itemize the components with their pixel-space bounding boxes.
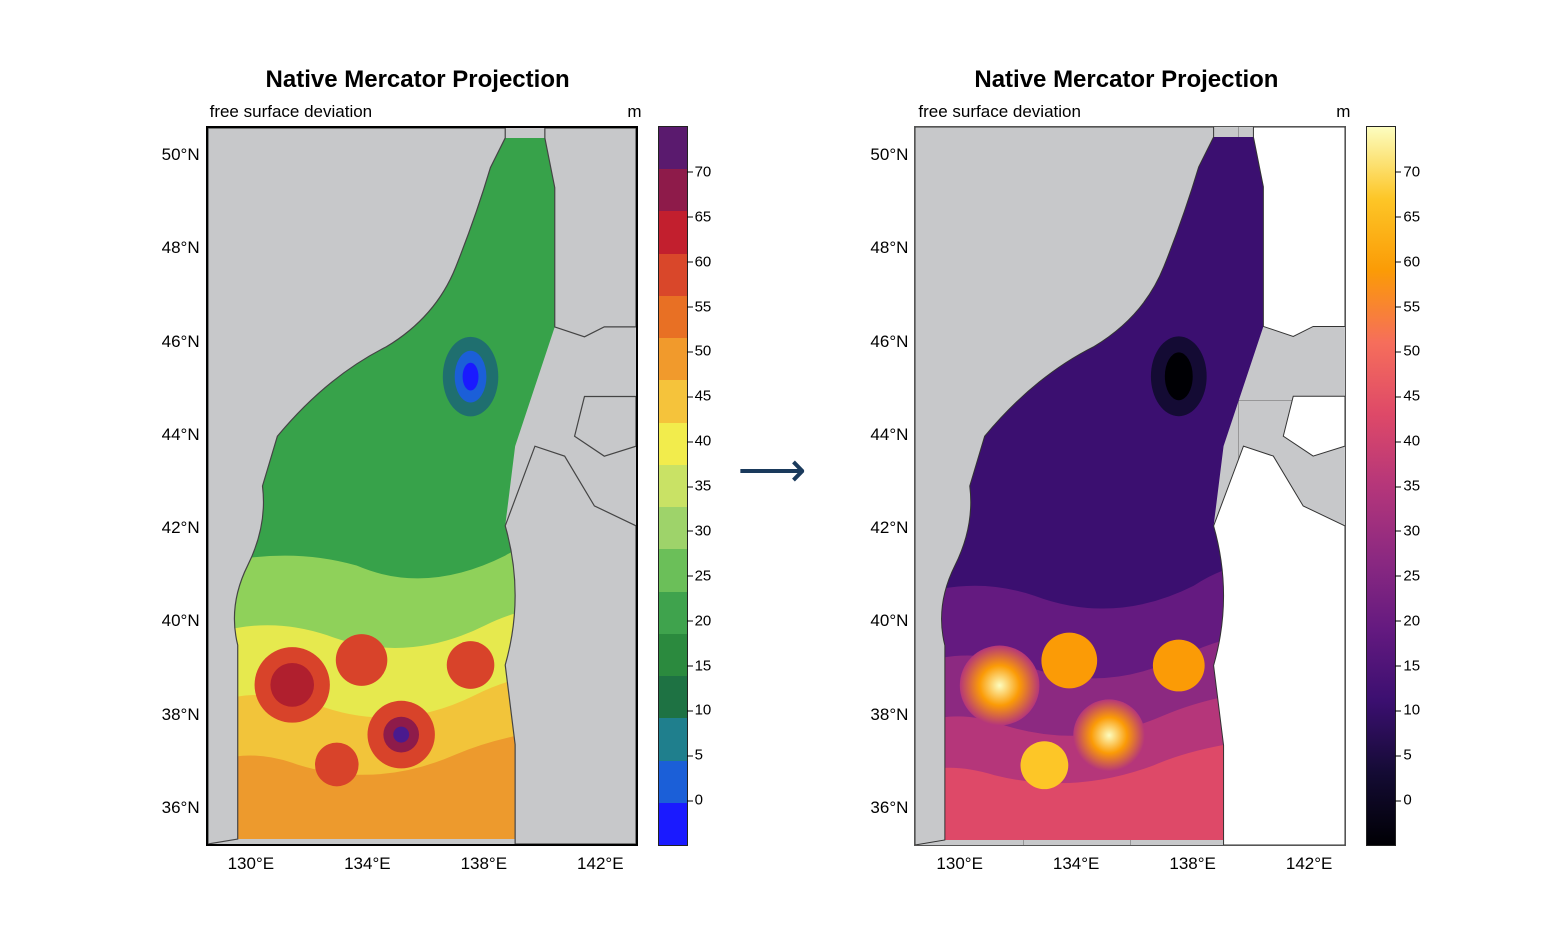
colorbar-tick: 40	[695, 433, 712, 450]
right-colorbar: 7065605550454035302520151050	[1366, 126, 1396, 846]
arrow-icon: ⟶	[738, 442, 807, 498]
colorbar-tick: 70	[695, 163, 712, 180]
colorbar-tick: 30	[695, 522, 712, 539]
colorbar-tick: 60	[695, 253, 712, 270]
ytick: 42°N	[148, 519, 200, 536]
ytick: 46°N	[856, 333, 908, 350]
colorbar-tick: 10	[1403, 702, 1420, 719]
left-map	[206, 126, 638, 846]
colorbar-tick: 0	[695, 792, 703, 809]
ytick: 36°N	[148, 799, 200, 816]
colorbar-tick: 15	[695, 657, 712, 674]
right-map	[914, 126, 1346, 846]
right-subtitle: free surface deviation	[918, 102, 1081, 122]
right-x-axis: 130°E 134°E 138°E 142°E	[918, 854, 1350, 874]
xtick: 130°E	[228, 854, 275, 874]
xtick: 138°E	[461, 854, 508, 874]
ytick: 48°N	[148, 239, 200, 256]
colorbar-tick: 55	[695, 298, 712, 315]
left-colorbar: 7065605550454035302520151050	[658, 126, 688, 846]
ytick: 40°N	[856, 612, 908, 629]
colorbar-tick: 70	[1403, 163, 1420, 180]
xtick: 138°E	[1169, 854, 1216, 874]
xtick: 142°E	[1286, 854, 1333, 874]
left-subtitle: free surface deviation	[210, 102, 373, 122]
xtick: 142°E	[577, 854, 624, 874]
ytick: 50°N	[148, 146, 200, 163]
ytick: 38°N	[856, 706, 908, 723]
colorbar-tick: 25	[1403, 567, 1420, 584]
colorbar-tick: 65	[1403, 208, 1420, 225]
colorbar-tick: 45	[1403, 388, 1420, 405]
colorbar-tick: 20	[695, 612, 712, 629]
right-y-axis: 50°N 48°N 46°N 44°N 42°N 40°N 38°N 36°N	[856, 126, 914, 846]
colorbar-tick: 55	[1403, 298, 1420, 315]
colorbar-tick: 5	[1403, 747, 1411, 764]
colorbar-tick: 65	[695, 208, 712, 225]
right-units: m	[1336, 102, 1350, 122]
colorbar-tick: 35	[1403, 478, 1420, 495]
left-y-axis: 50°N 48°N 46°N 44°N 42°N 40°N 38°N 36°N	[148, 126, 206, 846]
colorbar-tick: 50	[1403, 343, 1420, 360]
ytick: 42°N	[856, 519, 908, 536]
colorbar-tick: 0	[1403, 792, 1411, 809]
xtick: 130°E	[936, 854, 983, 874]
colorbar-tick: 10	[695, 702, 712, 719]
ytick: 44°N	[856, 426, 908, 443]
right-subtitle-row: free surface deviation m	[918, 102, 1350, 122]
left-subtitle-row: free surface deviation m	[210, 102, 642, 122]
xtick: 134°E	[344, 854, 391, 874]
colorbar-tick: 15	[1403, 657, 1420, 674]
left-x-axis: 130°E 134°E 138°E 142°E	[210, 854, 642, 874]
xtick: 134°E	[1053, 854, 1100, 874]
right-panel: Native Mercator Projection free surface …	[856, 66, 1396, 874]
colorbar-tick: 30	[1403, 522, 1420, 539]
ytick: 46°N	[148, 333, 200, 350]
ytick: 48°N	[856, 239, 908, 256]
ytick: 50°N	[856, 146, 908, 163]
colorbar-tick: 35	[695, 478, 712, 495]
colorbar-tick: 25	[695, 567, 712, 584]
figure-container: Native Mercator Projection free surface …	[0, 0, 1544, 940]
ytick: 44°N	[148, 426, 200, 443]
ytick: 40°N	[148, 612, 200, 629]
colorbar-tick: 20	[1403, 612, 1420, 629]
colorbar-tick: 40	[1403, 433, 1420, 450]
colorbar-tick: 5	[695, 747, 703, 764]
colorbar-tick: 60	[1403, 253, 1420, 270]
left-title: Native Mercator Projection	[266, 66, 570, 94]
ytick: 38°N	[148, 706, 200, 723]
colorbar-tick: 45	[695, 388, 712, 405]
colorbar-tick: 50	[695, 343, 712, 360]
left-panel: Native Mercator Projection free surface …	[148, 66, 688, 874]
left-units: m	[627, 102, 641, 122]
ytick: 36°N	[856, 799, 908, 816]
right-title: Native Mercator Projection	[974, 66, 1278, 94]
